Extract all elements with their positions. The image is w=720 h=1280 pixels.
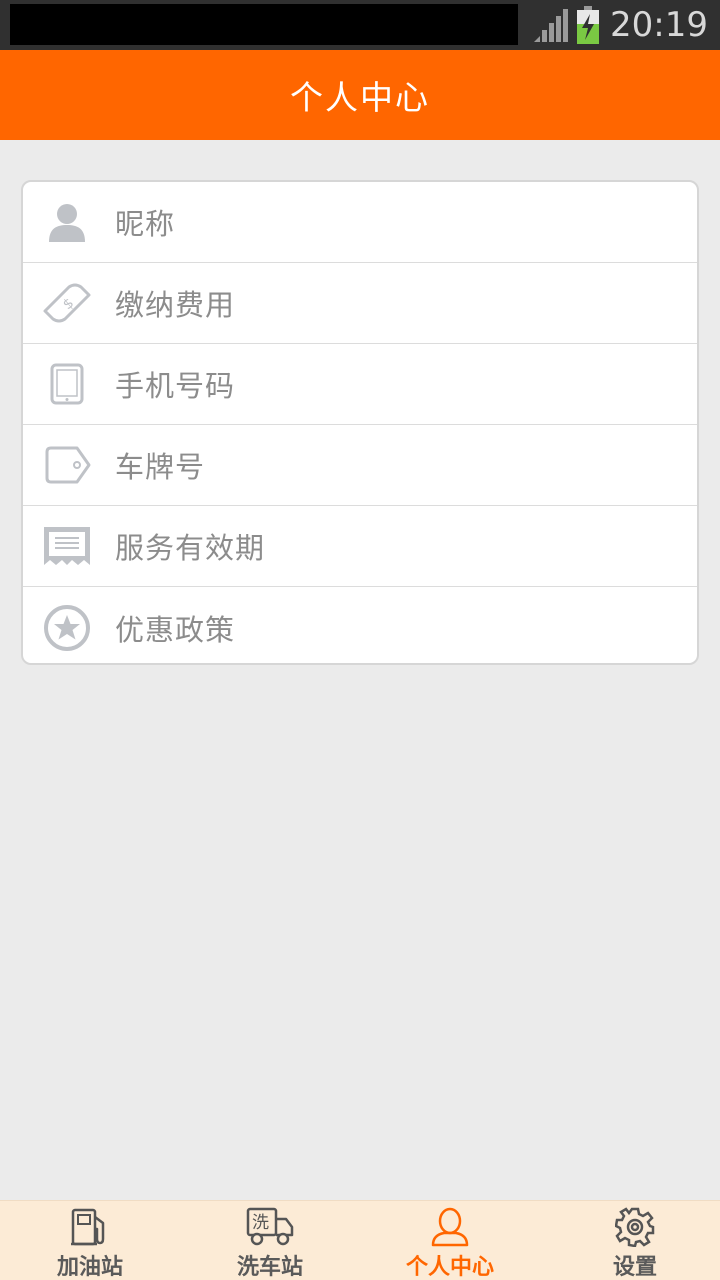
title-bar: 个人中心	[0, 50, 720, 140]
menu-item-nickname[interactable]: 昵称	[23, 182, 697, 263]
page-title: 个人中心	[290, 78, 430, 117]
menu-item-label: 缴纳费用	[115, 288, 236, 322]
status-bar: 20:19	[0, 0, 720, 50]
money-icon: $	[41, 277, 93, 329]
tab-label: 设置	[612, 1255, 657, 1280]
receipt-icon	[41, 520, 93, 572]
bottom-tab-bar: 加油站 洗 洗车站 个人中心 设置	[0, 1200, 720, 1280]
menu-item-phone[interactable]: 手机号码	[23, 344, 697, 425]
phone-icon	[41, 358, 93, 410]
tab-gas-station[interactable]: 加油站	[0, 1201, 180, 1280]
battery-charging-icon	[577, 6, 599, 44]
fuel-pump-icon	[66, 1207, 114, 1247]
menu-item-service-period[interactable]: 服务有效期	[23, 506, 697, 587]
menu-item-label: 优惠政策	[115, 612, 236, 647]
menu-item-label: 昵称	[115, 207, 176, 241]
profile-menu: 昵称 $ 缴纳费用 手机号码 车牌号 服务有效期 优惠政策	[21, 180, 699, 665]
menu-item-label: 手机号码	[115, 369, 236, 403]
menu-item-label: 服务有效期	[115, 531, 266, 565]
gear-icon	[611, 1207, 659, 1247]
tab-car-wash[interactable]: 洗 洗车站	[180, 1201, 360, 1280]
star-icon	[41, 602, 93, 654]
menu-item-plate[interactable]: 车牌号	[23, 425, 697, 506]
tab-settings[interactable]: 设置	[545, 1201, 720, 1280]
tab-personal-center[interactable]: 个人中心	[360, 1201, 540, 1280]
tab-label: 个人中心	[405, 1255, 494, 1280]
car-wash-icon-text: 洗	[252, 1213, 269, 1233]
tag-icon	[41, 439, 93, 491]
menu-item-payment[interactable]: $ 缴纳费用	[23, 263, 697, 344]
user-icon	[41, 196, 93, 248]
tab-label: 洗车站	[236, 1255, 303, 1280]
tab-label: 加油站	[56, 1255, 123, 1280]
status-time: 20:19	[610, 5, 708, 45]
person-icon	[426, 1207, 474, 1247]
status-notification-area	[10, 4, 518, 45]
signal-strength-icon	[534, 9, 568, 42]
menu-item-label: 车牌号	[115, 450, 206, 484]
menu-item-discount-policy[interactable]: 优惠政策	[23, 587, 697, 663]
car-wash-truck-icon: 洗	[246, 1207, 294, 1247]
